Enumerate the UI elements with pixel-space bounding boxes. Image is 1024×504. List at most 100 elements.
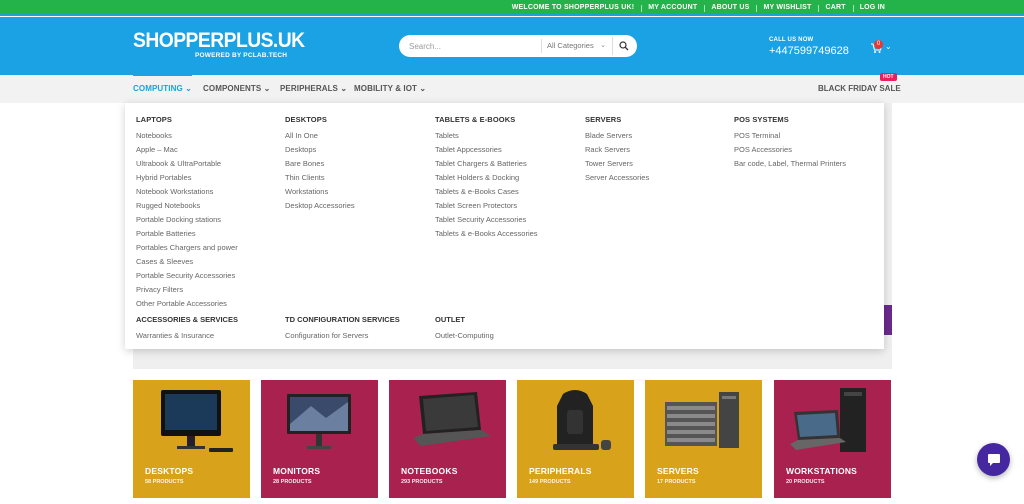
category-card-monitors[interactable]: MONITORS 28 PRODUCTS: [261, 380, 378, 498]
category-card-servers[interactable]: SERVERS 17 PRODUCTS: [645, 380, 762, 498]
category-name: DESKTOPS: [145, 466, 194, 476]
log-in-link[interactable]: LOG IN: [852, 0, 892, 16]
menu-column: POS SYSTEMS POS Terminal POS Accessories Ba…: [734, 115, 846, 171]
menu-column-title[interactable]: POS SYSTEMS: [734, 115, 846, 124]
menu-column: LAPTOPS Notebooks Apple – Mac Ultrabook & U…: [136, 115, 238, 311]
menu-column: DESKTOPS All In One Desktops Bare Bones Thin…: [285, 115, 355, 213]
menu-link[interactable]: Portable Batteries: [136, 227, 238, 241]
menu-link[interactable]: Tablets: [435, 129, 538, 143]
menu-link[interactable]: Bare Bones: [285, 157, 355, 171]
menu-link[interactable]: Tablet Screen Protectors: [435, 199, 538, 213]
category-card-desktops[interactable]: DESKTOPS 58 PRODUCTS: [133, 380, 250, 498]
category-select-value: All Categories: [547, 41, 594, 50]
menu-column-title[interactable]: TD CONFIGURATION SERVICES: [285, 315, 400, 324]
category-card-notebooks[interactable]: NOTEBOOKS 293 PRODUCTS: [389, 380, 506, 498]
menu-link[interactable]: Configuration for Servers: [285, 329, 400, 343]
menu-link[interactable]: Thin Clients: [285, 171, 355, 185]
nav-peripherals[interactable]: PERIPHERALS ⌄: [280, 75, 347, 103]
chevron-down-icon: ⌄: [263, 84, 271, 93]
top-bar: WELCOME TO SHOPPERPLUS UK! MY ACCOUNT AB…: [0, 0, 1024, 16]
product-image: [665, 392, 739, 448]
about-us-link[interactable]: ABOUT US: [704, 0, 756, 16]
menu-column-title[interactable]: DESKTOPS: [285, 115, 355, 124]
menu-link[interactable]: Blade Servers: [585, 129, 649, 143]
menu-link[interactable]: Workstations: [285, 185, 355, 199]
category-name: NOTEBOOKS: [401, 466, 458, 476]
call-us-label: CALL US NOW: [769, 37, 814, 43]
my-account-link[interactable]: MY ACCOUNT: [641, 0, 704, 16]
category-count: 149 PRODUCTS: [529, 479, 571, 485]
menu-link[interactable]: All In One: [285, 129, 355, 143]
menu-link[interactable]: Tablets & e-Books Cases: [435, 185, 538, 199]
menu-link[interactable]: Rack Servers: [585, 143, 649, 157]
menu-link[interactable]: Tablet Holders & Docking: [435, 171, 538, 185]
chevron-down-icon: ⌄: [419, 84, 427, 93]
menu-link[interactable]: Tablet Appcessories: [435, 143, 538, 157]
menu-link[interactable]: POS Accessories: [734, 143, 846, 157]
category-card-workstations[interactable]: WORKSTATIONS 20 PRODUCTS: [774, 380, 891, 498]
product-image: [287, 394, 351, 449]
category-select[interactable]: All Categories ⌄: [541, 39, 611, 53]
product-image: [790, 388, 866, 452]
category-name: WORKSTATIONS: [786, 466, 858, 476]
product-image: [553, 390, 611, 450]
menu-link[interactable]: POS Terminal: [734, 129, 846, 143]
nav-components[interactable]: COMPONENTS ⌄: [203, 75, 270, 103]
menu-link[interactable]: Warranties & Insurance: [136, 329, 238, 343]
cart-button[interactable]: 0 ⌄: [870, 40, 892, 55]
phone-number[interactable]: +447599749628: [769, 45, 849, 57]
category-count: 17 PRODUCTS: [657, 479, 696, 485]
menu-link[interactable]: Notebook Workstations: [136, 185, 238, 199]
menu-link[interactable]: Portable Docking stations: [136, 213, 238, 227]
menu-column: SERVERS Blade Servers Rack Servers Tower Se…: [585, 115, 649, 185]
menu-link[interactable]: Tablets & e-Books Accessories: [435, 227, 538, 241]
menu-link[interactable]: Privacy Filters: [136, 283, 238, 297]
menu-link[interactable]: Tablet Security Accessories: [435, 213, 538, 227]
welcome-text: WELCOME TO SHOPPERPLUS UK!: [511, 4, 635, 11]
category-card-peripherals[interactable]: PERIPHERALS 149 PRODUCTS: [517, 380, 634, 498]
cart-link[interactable]: CART: [818, 0, 852, 16]
category-name: MONITORS: [273, 466, 321, 476]
nav-computing[interactable]: COMPUTING ⌄: [133, 74, 192, 103]
menu-link[interactable]: Apple – Mac: [136, 143, 238, 157]
my-wishlist-link[interactable]: MY WISHLIST: [756, 0, 818, 16]
menu-link[interactable]: Tablet Chargers & Batteries: [435, 157, 538, 171]
menu-column-title[interactable]: TABLETS & E-BOOKS: [435, 115, 538, 124]
main-nav: COMPUTING ⌄ COMPONENTS ⌄ PERIPHERALS ⌄ M…: [0, 74, 1024, 103]
search-button[interactable]: [612, 37, 634, 55]
menu-link[interactable]: Ultrabook & UltraPortable: [136, 157, 238, 171]
nav-mobility-iot[interactable]: MOBILITY & IOT ⌄: [354, 75, 426, 103]
menu-link[interactable]: Portables Chargers and power: [136, 241, 238, 255]
category-count: 28 PRODUCTS: [273, 479, 312, 485]
menu-column-title[interactable]: LAPTOPS: [136, 115, 238, 124]
cart-count-badge: 0: [874, 40, 883, 49]
menu-link[interactable]: Outlet-Computing: [435, 329, 494, 343]
chevron-down-icon: ⌄: [600, 42, 606, 49]
menu-column-title[interactable]: SERVERS: [585, 115, 649, 124]
menu-link[interactable]: Bar code, Label, Thermal Printers: [734, 157, 846, 171]
menu-link[interactable]: Rugged Notebooks: [136, 199, 238, 213]
menu-link[interactable]: Other Portable Accessories: [136, 297, 238, 311]
menu-link[interactable]: Tower Servers: [585, 157, 649, 171]
menu-link[interactable]: Notebooks: [136, 129, 238, 143]
menu-link[interactable]: Server Accessories: [585, 171, 649, 185]
product-image: [161, 390, 233, 452]
menu-column-title[interactable]: OUTLET: [435, 315, 494, 324]
category-count: 58 PRODUCTS: [145, 479, 184, 485]
menu-link[interactable]: Cases & Sleeves: [136, 255, 238, 269]
menu-column: TABLETS & E-BOOKS Tablets Tablet Appcessor…: [435, 115, 538, 241]
site-logo[interactable]: SHOPPERPLUS.UK POWERED BY PCLAB.TECH: [133, 30, 319, 60]
chat-button[interactable]: [977, 443, 1010, 476]
header: SHOPPERPLUS.UK POWERED BY PCLAB.TECH All…: [0, 17, 1024, 75]
chevron-down-icon: ⌄: [885, 42, 892, 51]
menu-link[interactable]: Desktops: [285, 143, 355, 157]
search-input[interactable]: [409, 39, 537, 53]
menu-column: TD CONFIGURATION SERVICES Configuration f…: [285, 315, 400, 343]
menu-column-title[interactable]: ACCESSORIES & SERVICES: [136, 315, 238, 324]
top-links: WELCOME TO SHOPPERPLUS UK! MY ACCOUNT AB…: [505, 0, 892, 16]
menu-link[interactable]: Portable Security Accessories: [136, 269, 238, 283]
mega-menu: LAPTOPS Notebooks Apple – Mac Ultrabook & U…: [125, 103, 884, 349]
menu-link[interactable]: Desktop Accessories: [285, 199, 355, 213]
nav-label: COMPUTING: [133, 84, 183, 93]
menu-link[interactable]: Hybrid Portables: [136, 171, 238, 185]
